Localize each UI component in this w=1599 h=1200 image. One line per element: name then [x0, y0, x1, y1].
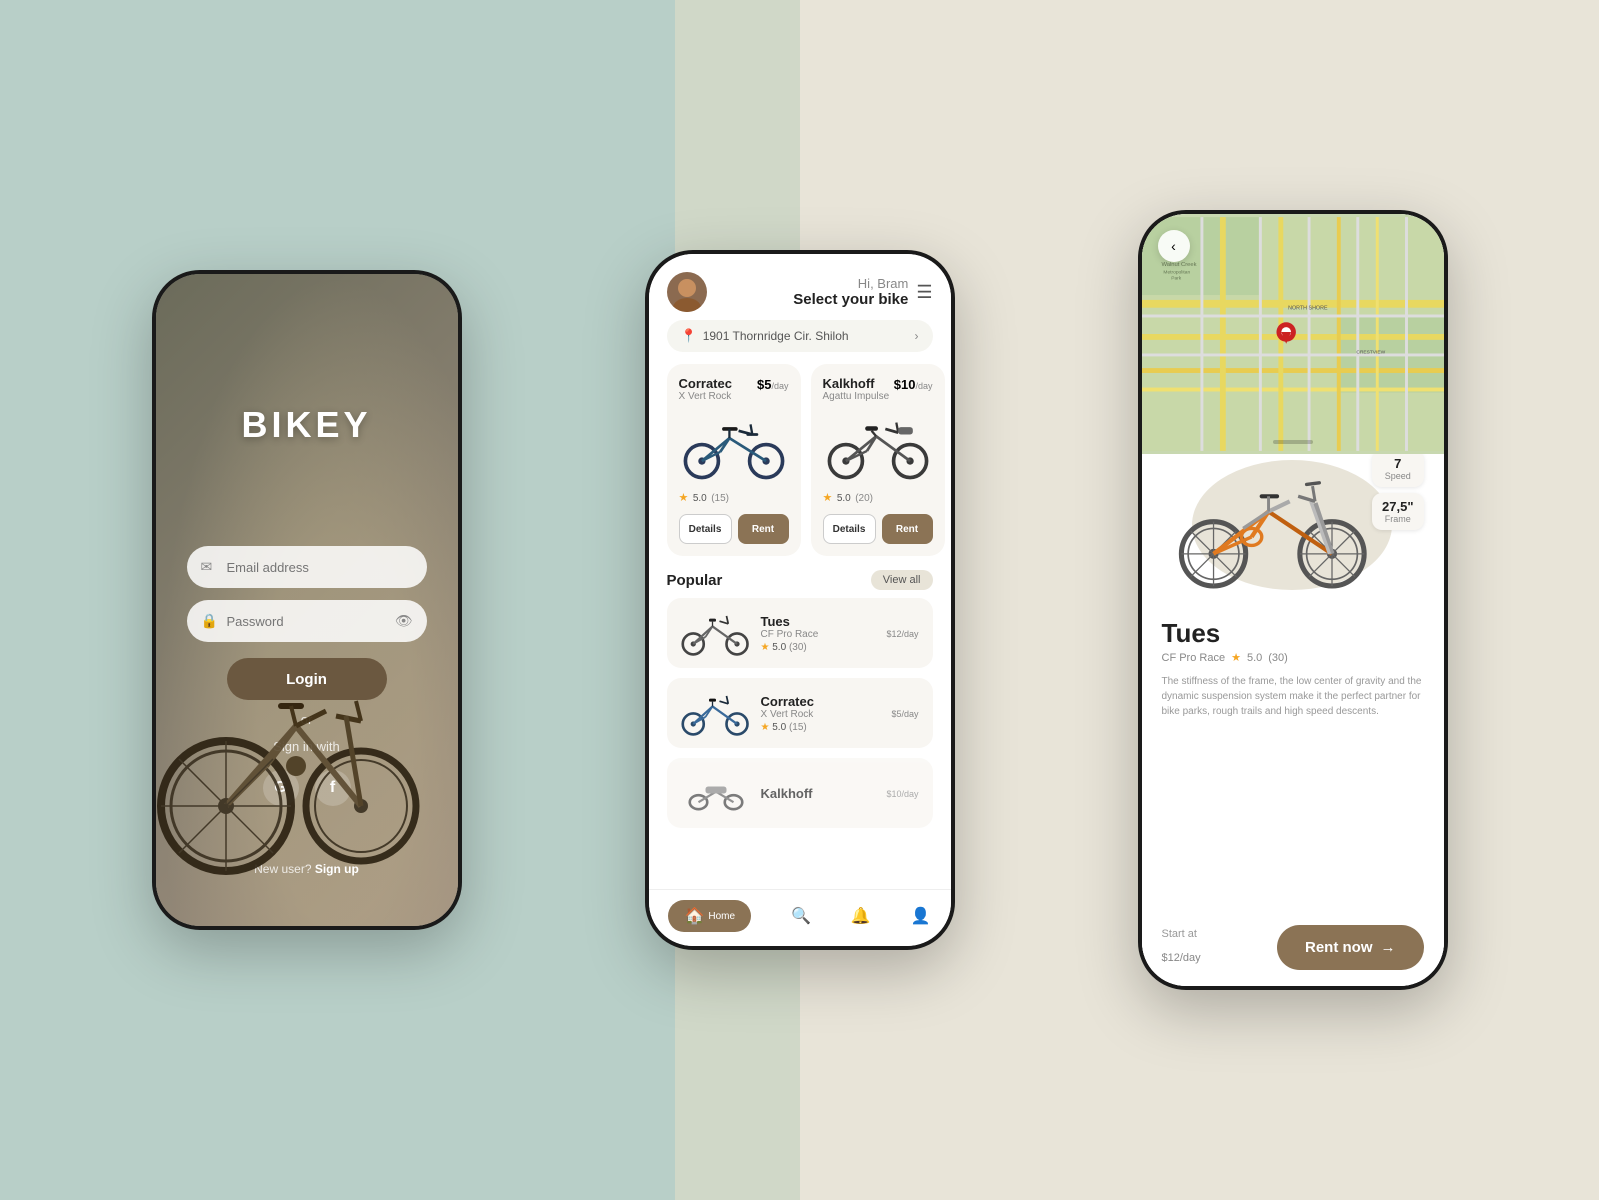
phone-home: Hi, Bram Select your bike ☰ 📍 1901 Thorn… [645, 250, 955, 950]
popular-model-0: CF Pro Race [761, 629, 877, 640]
popular-item-1: Corratec X Vert Rock ★ 5.0 (15) $5/day [667, 678, 933, 748]
bike-card-0: Corratec X Vert Rock $5/day [667, 364, 801, 556]
profile-icon: 👤 [911, 906, 931, 926]
detail-bike-name: Tues [1162, 618, 1424, 649]
price-section: Start at $12/day [1162, 928, 1201, 968]
detail-section: 7 Speed 27,5" Frame Tues CF Pro Race ★ 5… [1142, 454, 1444, 986]
svg-text:Metropolitan: Metropolitan [1163, 270, 1190, 276]
arrow-icon: → [1381, 939, 1396, 956]
app-logo: BIKEY [241, 404, 371, 446]
location-bar[interactable]: 📍 1901 Thornridge Cir. Shiloh › [667, 320, 933, 352]
card-img-1 [823, 410, 933, 480]
popular-img-0 [681, 608, 751, 658]
detail-bike-area: 7 Speed 27,5" Frame [1162, 454, 1424, 610]
popular-info-1: Corratec X Vert Rock ★ 5.0 (15) [761, 694, 882, 733]
card-brand-1: Kalkhoff [823, 376, 890, 391]
details-button-1[interactable]: Details [823, 514, 876, 544]
popular-header: Popular View all [649, 556, 951, 598]
detail-bike-subtitle: CF Pro Race ★ 5.0 (30) [1162, 651, 1424, 664]
popular-brand-2: Kalkhoff [761, 786, 877, 801]
user-avatar[interactable] [667, 272, 707, 312]
svg-text:CRESTVIEW: CRESTVIEW [1356, 349, 1385, 355]
nav-profile[interactable]: 👤 [911, 906, 931, 926]
popular-info-0: Tues CF Pro Race ★ 5.0 (30) [761, 614, 877, 653]
drag-handle[interactable] [1273, 440, 1313, 444]
popular-item-0: Tues CF Pro Race ★ 5.0 (30) $12/day [667, 598, 933, 668]
popular-item-2: Kalkhoff $10/day [667, 758, 933, 828]
home-header: Hi, Bram Select your bike ☰ [649, 254, 951, 320]
svg-text:Park: Park [1171, 275, 1182, 281]
popular-brand-0: Tues [761, 614, 877, 629]
nav-search[interactable]: 🔍 [791, 906, 811, 926]
card-stars-0: ★ 5.0 (15) [679, 488, 789, 506]
popular-price-1: $5/day [891, 706, 918, 720]
home-icon: 🏠 [684, 906, 704, 926]
card-model-1: Agattu Impulse [823, 391, 890, 402]
location-chevron-icon: › [915, 329, 919, 343]
greeting: Hi, Bram Select your bike [707, 276, 917, 308]
card-buttons-1: Details Rent [823, 514, 933, 544]
card-buttons-0: Details Rent [679, 514, 789, 544]
popular-model-1: X Vert Rock [761, 709, 882, 720]
detail-star-icon: ★ [1231, 651, 1241, 664]
nav-notifications[interactable]: 🔔 [851, 906, 871, 926]
card-img-0 [679, 410, 789, 480]
card-brand-0: Corratec [679, 376, 732, 391]
bike-illustration [152, 606, 426, 886]
popular-list: Tues CF Pro Race ★ 5.0 (30) $12/day [649, 598, 951, 828]
bottom-nav: 🏠 Home 🔍 🔔 👤 [649, 889, 951, 946]
bike-cards-row: Corratec X Vert Rock $5/day [649, 364, 951, 556]
detail-description: The stiffness of the frame, the low cent… [1162, 674, 1424, 719]
popular-img-1 [681, 688, 751, 738]
back-button[interactable]: ‹ [1158, 230, 1190, 262]
popular-title: Popular [667, 572, 723, 589]
map-section: Walnut Creek Metropolitan Park NORTH SHO… [1142, 214, 1444, 454]
details-button-0[interactable]: Details [679, 514, 732, 544]
location-pin-icon: 📍 [681, 328, 697, 344]
email-input-wrap: ✉ [187, 546, 427, 588]
bell-icon: 🔔 [851, 906, 871, 926]
popular-stars-0: ★ 5.0 (30) [761, 642, 877, 653]
phone-login: BIKEY ✉ 🔒 👁 Login or Sign in with G f [152, 270, 462, 930]
nav-home[interactable]: 🏠 Home [668, 900, 751, 932]
popular-brand-1: Corratec [761, 694, 882, 709]
detail-bike-image [1167, 454, 1387, 595]
popular-price-0: $12/day [886, 626, 918, 640]
popular-img-2 [681, 768, 751, 818]
rent-button-1[interactable]: Rent [882, 514, 933, 544]
rent-button-0[interactable]: Rent [738, 514, 789, 544]
greeting-select: Select your bike [707, 291, 909, 308]
email-icon: ✉ [201, 559, 213, 576]
detail-price: $12/day [1162, 940, 1201, 968]
card-stars-1: ★ 5.0 (20) [823, 488, 933, 506]
location-text: 1901 Thornridge Cir. Shiloh [703, 329, 849, 343]
phone-detail: Walnut Creek Metropolitan Park NORTH SHO… [1138, 210, 1448, 990]
popular-info-2: Kalkhoff [761, 786, 877, 801]
popular-stars-1: ★ 5.0 (15) [761, 722, 882, 733]
rent-now-button[interactable]: Rent now → [1277, 925, 1424, 970]
popular-price-2: $10/day [886, 786, 918, 800]
svg-text:Walnut Creek: Walnut Creek [1161, 262, 1196, 268]
search-icon: 🔍 [791, 906, 811, 926]
svg-text:NORTH SHORE: NORTH SHORE [1288, 306, 1328, 312]
view-all-button[interactable]: View all [871, 570, 933, 590]
email-input[interactable] [187, 546, 427, 588]
card-model-0: X Vert Rock [679, 391, 732, 402]
menu-icon[interactable]: ☰ [916, 282, 932, 303]
greeting-hi: Hi, Bram [707, 276, 909, 291]
detail-footer: Start at $12/day Rent now → [1162, 909, 1424, 970]
bike-card-1: Kalkhoff Agattu Impulse $10/day [811, 364, 945, 556]
